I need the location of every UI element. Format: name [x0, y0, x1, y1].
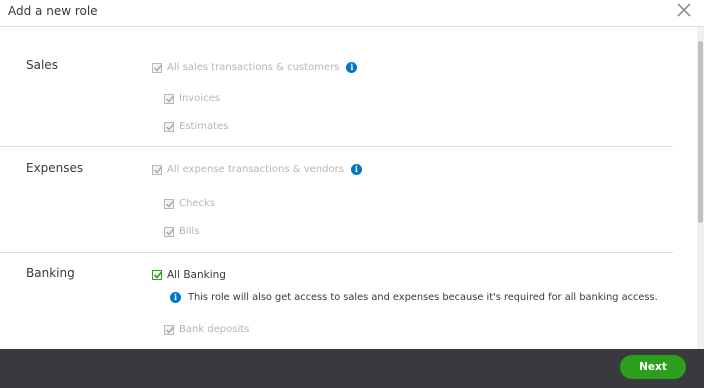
role-permissions-panel: Sales All sales transactions & customers… — [0, 27, 697, 349]
info-icon[interactable]: i — [350, 164, 362, 175]
info-icon: i — [170, 292, 181, 303]
checks-checkbox-row[interactable]: Checks — [164, 198, 215, 209]
close-icon[interactable] — [676, 2, 692, 18]
estimates-checkbox[interactable] — [164, 121, 175, 132]
dialog-header: Add a new role — [0, 0, 704, 27]
invoices-checkbox-row[interactable]: Invoices — [164, 93, 220, 104]
section-divider — [0, 146, 673, 147]
section-label-expenses: Expenses — [26, 161, 84, 175]
all-sales-checkbox-row[interactable]: All sales transactions & customers i — [152, 62, 358, 73]
section-label-banking: Banking — [26, 266, 75, 280]
banking-access-note: i This role will also get access to sale… — [170, 292, 658, 303]
bills-label: Bills — [179, 226, 200, 237]
section-divider — [0, 252, 673, 253]
info-icon[interactable]: i — [346, 62, 358, 73]
invoices-label: Invoices — [179, 93, 220, 104]
all-sales-checkbox[interactable] — [152, 62, 163, 73]
estimates-checkbox-row[interactable]: Estimates — [164, 121, 228, 132]
next-button[interactable]: Next — [620, 355, 686, 379]
section-label-sales: Sales — [26, 58, 58, 72]
scrollbar-thumb[interactable] — [698, 41, 703, 223]
bills-checkbox-row[interactable]: Bills — [164, 226, 199, 237]
estimates-label: Estimates — [179, 121, 229, 132]
invoices-checkbox[interactable] — [164, 93, 175, 104]
all-expenses-checkbox-row[interactable]: All expense transactions & vendors i — [152, 164, 362, 175]
all-sales-label: All sales transactions & customers — [167, 62, 340, 73]
all-banking-checkbox-row[interactable]: All Banking — [152, 269, 226, 281]
bank-deposits-checkbox-row[interactable]: Bank deposits — [164, 324, 249, 335]
dialog-title: Add a new role — [8, 4, 98, 18]
all-expenses-checkbox[interactable] — [152, 164, 163, 175]
vertical-scrollbar[interactable] — [697, 27, 704, 349]
bank-deposits-label: Bank deposits — [179, 324, 250, 335]
bank-deposits-checkbox[interactable] — [164, 324, 175, 335]
all-expenses-label: All expense transactions & vendors — [167, 164, 344, 175]
banking-note-text: This role will also get access to sales … — [188, 292, 658, 303]
checks-checkbox[interactable] — [164, 198, 175, 209]
all-banking-checkbox[interactable] — [152, 270, 163, 280]
checks-label: Checks — [179, 198, 215, 209]
bills-checkbox[interactable] — [164, 226, 175, 237]
dialog-footer: Next — [0, 349, 704, 388]
all-banking-label: All Banking — [167, 269, 226, 281]
